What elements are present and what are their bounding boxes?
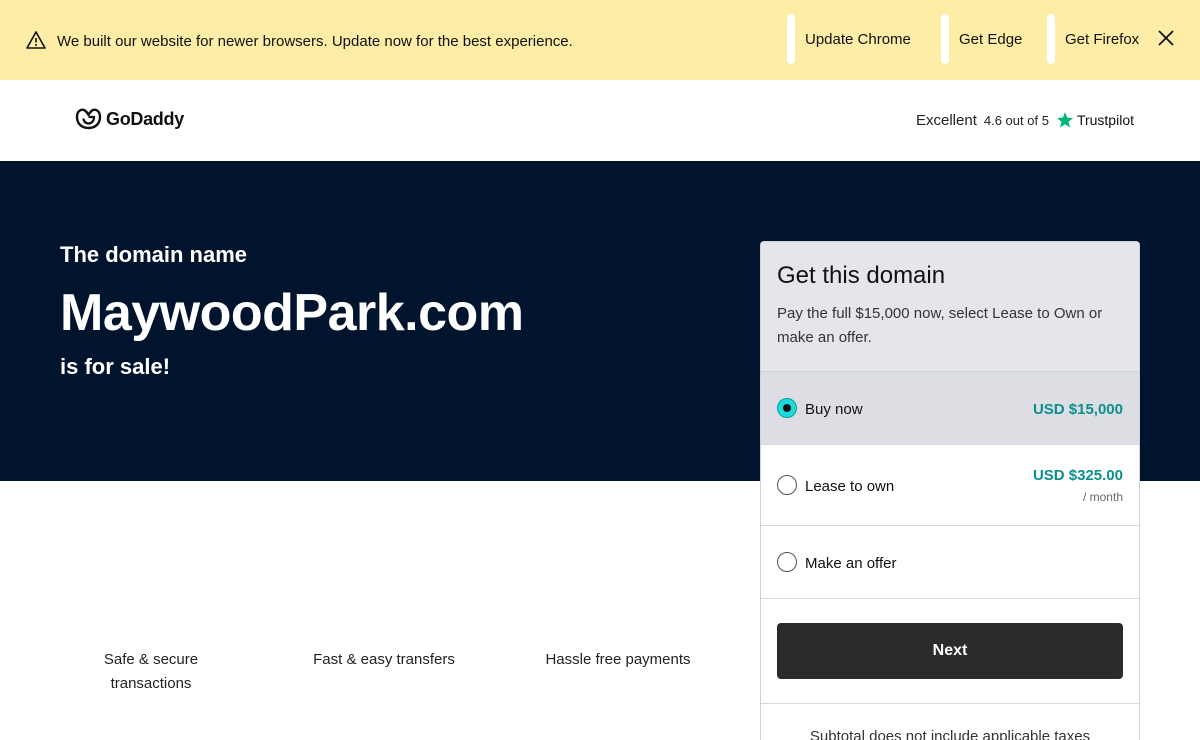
radio-buy-now[interactable] [777,398,797,418]
logo-wordmark: GoDaddy [106,108,184,129]
hero-pre-text: The domain name [60,242,248,267]
site-header: GoDaddy Excellent 4.6 out of 5 Trustpilo… [0,80,1200,161]
card-description: Pay the full $15,000 now, select Lease t… [777,305,1103,346]
option-lease-to-own[interactable]: Lease to own USD $325.00 / month [761,445,1139,526]
close-icon[interactable] [1156,28,1176,48]
option-label: Lease to own [805,478,895,495]
radio-lease-to-own[interactable] [777,475,797,495]
next-section: Next [761,599,1139,704]
subtotal-note: Subtotal does not include applicable tax… [809,728,1091,740]
purchase-card: Get this domain Pay the full $15,000 now… [760,241,1140,740]
rating-score: 4.6 out of 5 [983,112,1049,128]
firefox-icon [1047,14,1055,64]
option-label: Make an offer [805,555,897,572]
domain-name: MaywoodPark.com [60,284,524,342]
feature-line: Fast & easy transfers [313,651,455,668]
option-buy-now[interactable]: Buy now USD $15,000 [761,372,1139,445]
star-icon [1056,112,1074,128]
update-chrome-label: Update Chrome [805,30,911,48]
edge-icon [941,14,949,64]
chrome-icon [787,14,795,64]
browser-update-banner: We built our website for newer browsers.… [0,0,1200,80]
option-make-offer[interactable]: Make an offer [761,526,1139,599]
godaddy-logo[interactable]: GoDaddy [75,107,184,131]
next-button[interactable]: Next [777,623,1123,679]
option-label: Buy now [805,401,863,418]
card-header: Get this domain Pay the full $15,000 now… [761,242,1139,372]
rating-label: Excellent [916,111,977,129]
trustpilot-rating[interactable]: Excellent 4.6 out of 5 Trustpilot [916,111,1134,129]
feature-hassle-free-payments: Hassle free payments [530,648,706,672]
get-firefox-button[interactable]: Get Firefox [1047,14,1139,64]
get-firefox-label: Get Firefox [1065,30,1140,48]
option-period: / month [1082,490,1123,504]
banner-message: We built our website for newer browsers.… [57,33,573,50]
option-price: USD $15,000 [1032,401,1123,418]
get-edge-label: Get Edge [959,30,1023,48]
feature-line: Hassle free payments [545,651,691,668]
get-edge-button[interactable]: Get Edge [941,14,1022,64]
card-title: Get this domain [777,262,946,289]
feature-safe-secure: Safe & secure transactions [80,648,222,696]
update-chrome-button[interactable]: Update Chrome [787,14,911,64]
feature-line: Safe & secure [103,651,199,668]
godaddy-logo-icon [75,108,102,130]
trustpilot-label: Trustpilot [1076,112,1134,128]
feature-fast-transfers: Fast & easy transfers [300,648,468,672]
trustpilot-brand: Trustpilot [1056,111,1134,129]
hero-post-text: is for sale! [60,354,171,379]
warning-triangle-icon [26,31,46,49]
option-price: USD $325.00 [1032,467,1123,484]
feature-line: transactions [110,675,192,692]
radio-make-offer[interactable] [777,552,797,572]
